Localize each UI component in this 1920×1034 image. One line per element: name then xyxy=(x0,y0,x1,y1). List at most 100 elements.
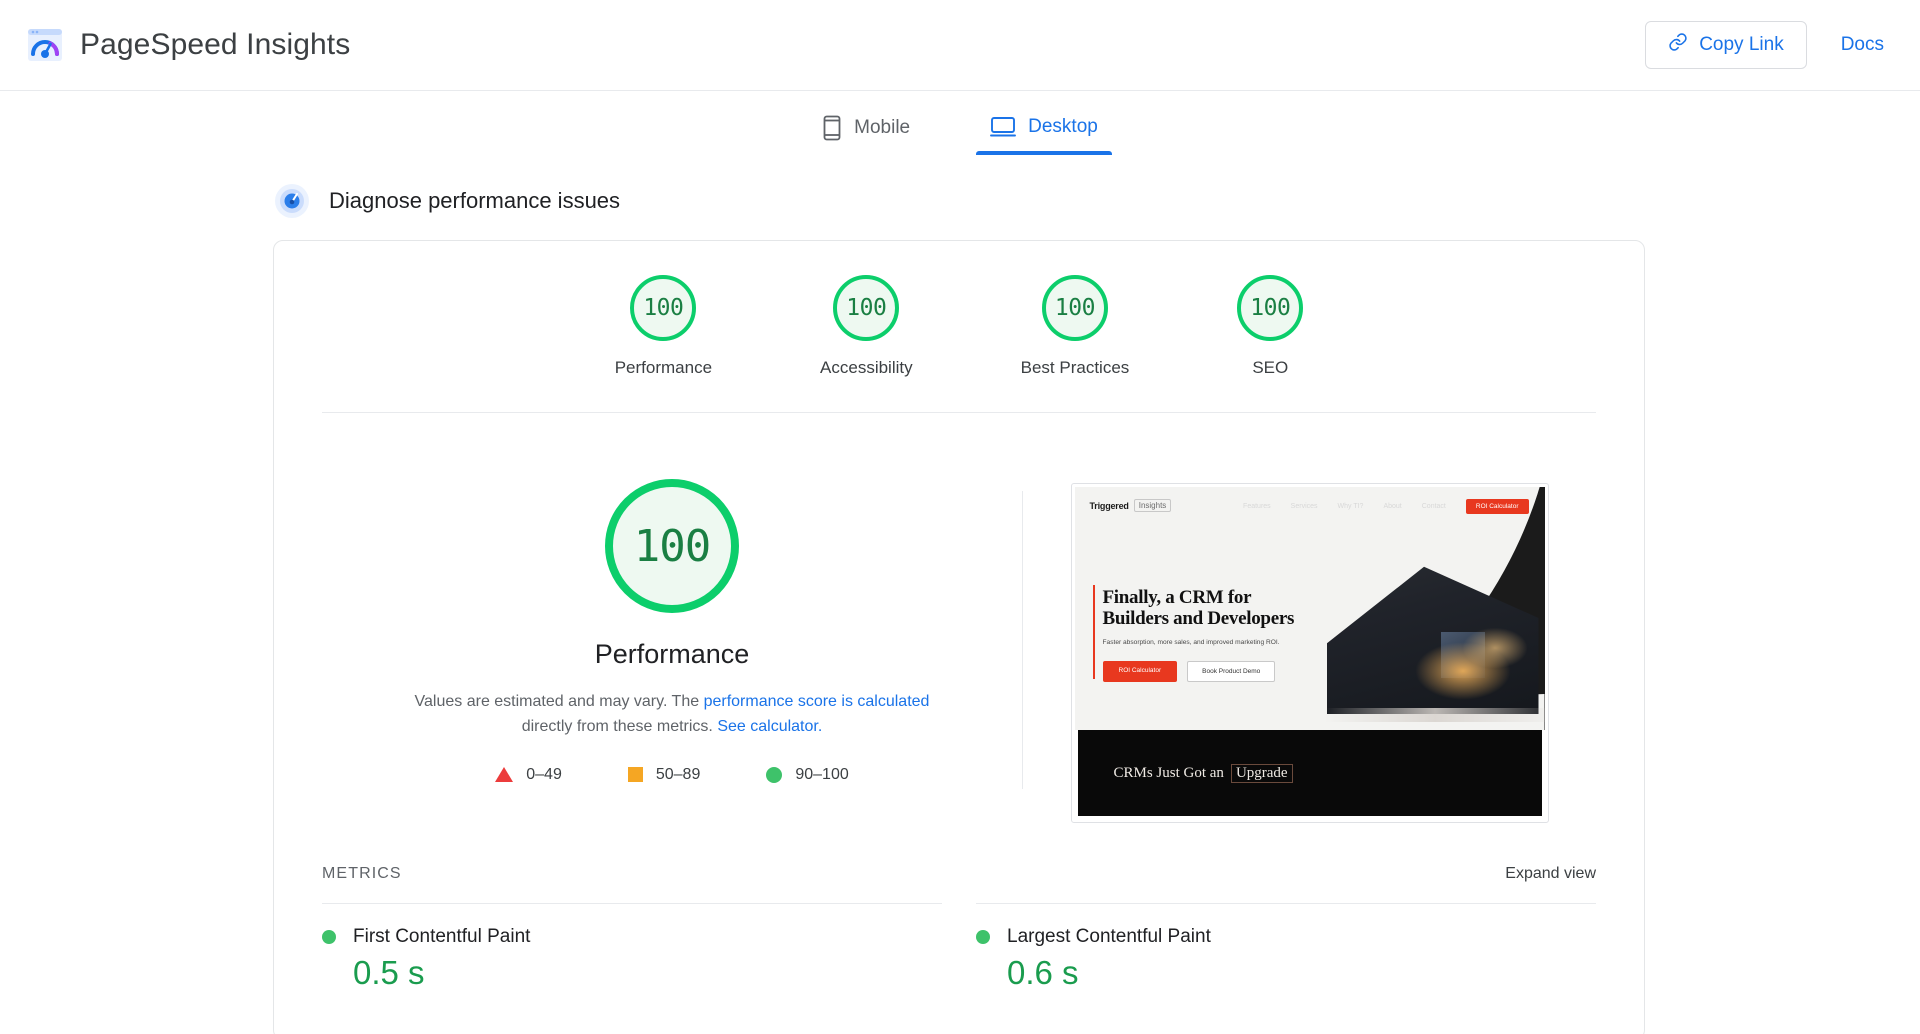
house-glow xyxy=(1462,628,1527,668)
triangle-icon xyxy=(495,767,514,783)
report-card: 100 Performance 100 Accessibility 100 Be… xyxy=(273,240,1645,1034)
metric-name: Largest Contentful Paint xyxy=(1007,926,1211,947)
legend-item-good: 90–100 xyxy=(766,765,849,784)
tab-desktop[interactable]: Desktop xyxy=(976,107,1112,155)
thumbnail-hero: Triggered Insights Features Services Why… xyxy=(1074,487,1545,730)
tab-mobile[interactable]: Mobile xyxy=(808,107,924,157)
expand-view-button[interactable]: Expand view xyxy=(1505,865,1596,883)
thumbnail-inner: Triggered Insights Features Services Why… xyxy=(1074,487,1545,819)
score-ring: 100 xyxy=(630,275,697,341)
metrics-column-left: METRICS First Contentful Paint 0.5 s xyxy=(322,865,942,992)
thumbnail-dark-band: CRMs Just Got an Upgrade xyxy=(1077,730,1542,816)
header-actions: Copy Link Docs xyxy=(1645,21,1892,69)
metric-value: 0.6 s xyxy=(1007,954,1079,991)
square-icon xyxy=(627,767,643,783)
app-header: PageSpeed Insights Copy Link Docs xyxy=(0,0,1920,91)
hero-primary-button: ROI Calculator xyxy=(1102,660,1178,682)
pagespeed-logo-icon xyxy=(26,26,64,64)
band-text: CRMs Just Got an Upgrade xyxy=(1113,763,1293,783)
diagnose-header: Diagnose performance issues xyxy=(272,181,1920,221)
nav-item: Why TI? xyxy=(1337,503,1364,510)
status-good-circle-icon xyxy=(322,930,336,944)
copy-link-label: Copy Link xyxy=(1699,34,1784,55)
legend-range: 50–89 xyxy=(655,765,701,783)
brand: PageSpeed Insights xyxy=(26,26,350,64)
nav-item: Services xyxy=(1290,503,1318,510)
hero-headline-line1: Finally, a CRM for xyxy=(1102,587,1252,608)
performance-description: Values are estimated and may vary. The p… xyxy=(392,690,952,740)
hero-headline-line2: Builders and Developers xyxy=(1102,608,1295,630)
score-label: Accessibility xyxy=(820,358,913,377)
score-ring: 100 xyxy=(1237,275,1304,341)
circle-icon xyxy=(766,766,783,783)
score-value: 100 xyxy=(1250,295,1291,321)
metrics-divider xyxy=(976,903,1596,904)
diagnose-title: Diagnose performance issues xyxy=(329,188,621,213)
docs-link[interactable]: Docs xyxy=(1833,28,1892,62)
link-icon xyxy=(1668,32,1688,58)
score-legend: 0–49 50–89 90–100 xyxy=(495,765,849,784)
category-scores: 100 Performance 100 Accessibility 100 Be… xyxy=(322,241,1596,378)
nav-item: About xyxy=(1383,503,1402,510)
score-label: Best Practices xyxy=(1020,358,1130,377)
score-best-practices[interactable]: 100 Best Practices xyxy=(1020,275,1130,378)
nav-item: Contact xyxy=(1421,503,1446,510)
hero-copy: Finally, a CRM for Builders and Develope… xyxy=(1102,587,1295,682)
metric-first-contentful-paint[interactable]: First Contentful Paint 0.5 s xyxy=(322,926,942,992)
performance-score-calculated-link[interactable]: performance score is calculated xyxy=(704,693,930,710)
page-screenshot-thumbnail[interactable]: Triggered Insights Features Services Why… xyxy=(1070,483,1549,823)
metric-name: First Contentful Paint xyxy=(353,926,531,947)
score-value: 100 xyxy=(1054,295,1096,321)
desc-text-2: directly from these metrics. xyxy=(521,717,718,735)
mobile-phone-icon xyxy=(822,115,842,141)
hero-buttons: ROI Calculator Book Product Demo xyxy=(1102,660,1295,682)
score-accessibility[interactable]: 100 Accessibility xyxy=(820,275,913,378)
band-text-boxed: Upgrade xyxy=(1230,763,1293,783)
tab-desktop-label: Desktop xyxy=(1028,116,1098,137)
score-seo[interactable]: 100 SEO xyxy=(1237,275,1304,378)
metrics-header-right: Expand view xyxy=(976,865,1596,891)
metrics-divider xyxy=(322,903,942,904)
score-performance[interactable]: 100 Performance xyxy=(615,275,712,378)
hero-accent-bar xyxy=(1092,585,1095,679)
thumbnail-site-nav: Features Services Why TI? About Contact … xyxy=(1243,499,1529,514)
page-title: PageSpeed Insights xyxy=(80,28,351,61)
desc-text-1: Values are estimated and may vary. The xyxy=(414,693,704,710)
legend-item-average: 50–89 xyxy=(627,765,701,784)
house-ground xyxy=(1324,708,1545,722)
metric-name-row: Largest Contentful Paint xyxy=(976,926,1596,948)
metrics-section-title: METRICS xyxy=(322,865,402,882)
metric-value: 0.5 s xyxy=(353,954,425,991)
metrics-area: METRICS First Contentful Paint 0.5 s Exp… xyxy=(322,865,1596,992)
desktop-monitor-icon xyxy=(990,115,1017,139)
hero-secondary-button: Book Product Demo xyxy=(1187,660,1276,682)
metric-name-row: First Contentful Paint xyxy=(322,926,942,948)
metric-largest-contentful-paint[interactable]: Largest Contentful Paint 0.6 s xyxy=(976,926,1596,992)
logo-secondary-text: Insights xyxy=(1133,499,1172,512)
score-ring: 100 xyxy=(833,275,900,341)
legend-item-poor: 0–49 xyxy=(495,766,562,784)
device-tabs: Mobile Desktop xyxy=(0,91,1920,157)
thumbnail-site-logo: Triggered Insights xyxy=(1090,499,1172,512)
copy-link-button[interactable]: Copy Link xyxy=(1645,21,1807,69)
performance-label: Performance xyxy=(594,639,750,669)
status-good-circle-icon xyxy=(976,930,990,944)
logo-primary-text: Triggered xyxy=(1089,500,1129,511)
score-label: Performance xyxy=(614,358,713,377)
score-value: 100 xyxy=(846,295,887,321)
see-calculator-link[interactable]: See calculator. xyxy=(717,718,822,735)
screenshot-panel: Triggered Insights Features Services Why… xyxy=(1023,479,1596,823)
metrics-header-left: METRICS xyxy=(322,865,942,891)
gauge-glow-icon xyxy=(272,181,312,221)
score-value: 100 xyxy=(643,295,684,321)
performance-score-value: 100 xyxy=(633,520,711,572)
metrics-column-right: Expand view Largest Contentful Paint 0.6… xyxy=(976,865,1596,992)
score-label: SEO xyxy=(1252,358,1289,377)
score-ring: 100 xyxy=(1041,275,1108,341)
hero-subhead: Faster absorption, more sales, and impro… xyxy=(1102,638,1280,646)
tab-mobile-label: Mobile xyxy=(854,117,911,138)
performance-section: 100 Performance Values are estimated and… xyxy=(322,413,1596,823)
performance-summary: 100 Performance Values are estimated and… xyxy=(322,479,1022,823)
band-text-main: CRMs Just Got an xyxy=(1113,764,1224,781)
legend-range: 90–100 xyxy=(795,765,849,783)
